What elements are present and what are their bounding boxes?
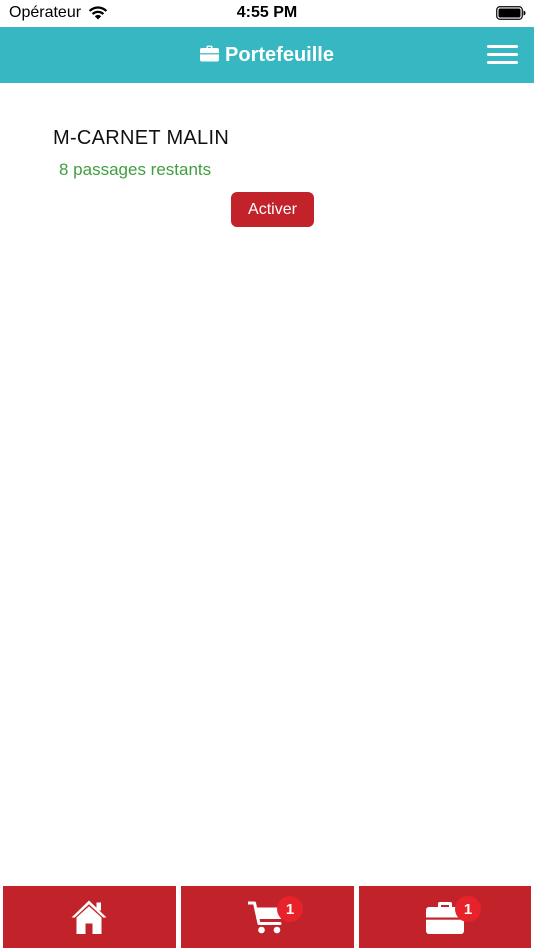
- page-title: Portefeuille: [225, 43, 334, 66]
- hamburger-menu-icon[interactable]: [487, 44, 518, 66]
- pass-remaining-count: 8 passages restants: [59, 160, 212, 179]
- status-time: 4:55 PM: [236, 4, 298, 21]
- bottom-nav: 1 1: [0, 886, 534, 950]
- status-bar: Opérateur 4:55 PM: [0, 0, 534, 27]
- header-title-group: Portefeuille: [0, 27, 534, 83]
- home-icon: [71, 900, 107, 934]
- cart-count-badge: 1: [277, 896, 303, 922]
- nav-tab-cart[interactable]: 1: [181, 886, 354, 948]
- nav-tab-wallet[interactable]: 1: [359, 886, 531, 948]
- briefcase-icon: [200, 45, 220, 61]
- battery-icon: [496, 6, 526, 20]
- app-header: Portefeuille: [0, 27, 534, 83]
- pass-name: M-CARNET MALIN: [53, 127, 230, 149]
- wallet-screen: Opérateur 4:55 PM Portefeuille M-CARNET …: [0, 0, 534, 950]
- nav-tab-home[interactable]: [3, 886, 176, 948]
- wallet-count-badge: 1: [455, 896, 481, 922]
- activate-button[interactable]: Activer: [231, 192, 314, 227]
